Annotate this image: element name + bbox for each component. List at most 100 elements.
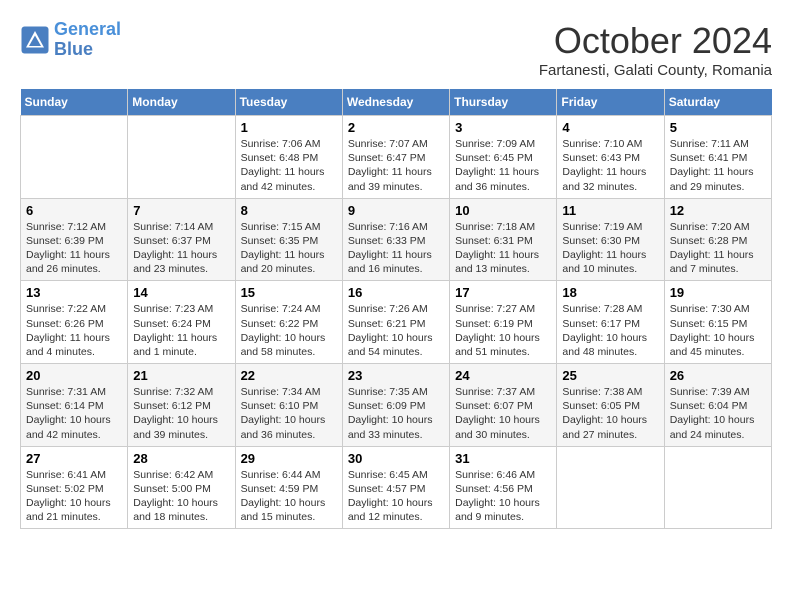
day-number: 6	[26, 203, 122, 218]
day-number: 15	[241, 285, 337, 300]
day-info: Sunrise: 7:11 AMSunset: 6:41 PMDaylight:…	[670, 137, 766, 194]
calendar-cell: 13Sunrise: 7:22 AMSunset: 6:26 PMDayligh…	[21, 281, 128, 364]
day-info: Sunrise: 7:30 AMSunset: 6:15 PMDaylight:…	[670, 302, 766, 359]
day-info: Sunrise: 7:10 AMSunset: 6:43 PMDaylight:…	[562, 137, 658, 194]
calendar-cell: 5 Sunrise: 7:11 AMSunset: 6:41 PMDaylight…	[664, 116, 771, 199]
calendar-cell	[21, 116, 128, 199]
day-number: 13	[26, 285, 122, 300]
day-number: 31	[455, 451, 551, 466]
day-number: 8	[241, 203, 337, 218]
calendar-week-row: 20 Sunrise: 7:31 AMSunset: 6:14 PMDayligh…	[21, 364, 772, 447]
day-info: Sunrise: 7:15 AMSunset: 6:35 PMDaylight:…	[241, 220, 337, 277]
calendar-cell: 20 Sunrise: 7:31 AMSunset: 6:14 PMDayligh…	[21, 364, 128, 447]
calendar-cell	[557, 446, 664, 529]
day-of-week-header: Thursday	[450, 89, 557, 116]
calendar-cell: 31 Sunrise: 6:46 AMSunset: 4:56 PMDayligh…	[450, 446, 557, 529]
logo-icon	[20, 25, 50, 55]
day-number: 21	[133, 368, 229, 383]
header-row: SundayMondayTuesdayWednesdayThursdayFrid…	[21, 89, 772, 116]
day-of-week-header: Tuesday	[235, 89, 342, 116]
day-number: 20	[26, 368, 122, 383]
logo: General Blue	[20, 20, 121, 60]
day-number: 22	[241, 368, 337, 383]
day-info: Sunrise: 6:46 AMSunset: 4:56 PMDaylight:…	[455, 468, 551, 525]
calendar-cell: 11 Sunrise: 7:19 AMSunset: 6:30 PMDayligh…	[557, 198, 664, 281]
calendar-cell: 21 Sunrise: 7:32 AMSunset: 6:12 PMDayligh…	[128, 364, 235, 447]
day-of-week-header: Wednesday	[342, 89, 449, 116]
day-number: 26	[670, 368, 766, 383]
calendar-table: SundayMondayTuesdayWednesdayThursdayFrid…	[20, 89, 772, 529]
day-number: 11	[562, 203, 658, 218]
day-info: Sunrise: 7:37 AMSunset: 6:07 PMDaylight:…	[455, 385, 551, 442]
day-number: 19	[670, 285, 766, 300]
day-info: Sunrise: 7:06 AMSunset: 6:48 PMDaylight:…	[241, 137, 337, 194]
day-of-week-header: Friday	[557, 89, 664, 116]
day-info: Sunrise: 7:19 AMSunset: 6:30 PMDaylight:…	[562, 220, 658, 277]
day-info: Sunrise: 7:39 AMSunset: 6:04 PMDaylight:…	[670, 385, 766, 442]
day-info: Sunrise: 7:20 AMSunset: 6:28 PMDaylight:…	[670, 220, 766, 277]
calendar-cell: 2 Sunrise: 7:07 AMSunset: 6:47 PMDaylight…	[342, 116, 449, 199]
month-title: October 2024	[539, 20, 772, 62]
day-of-week-header: Saturday	[664, 89, 771, 116]
calendar-cell	[128, 116, 235, 199]
title-block: October 2024 Fartanesti, Galati County, …	[539, 20, 772, 79]
calendar-cell: 18 Sunrise: 7:28 AMSunset: 6:17 PMDayligh…	[557, 281, 664, 364]
calendar-cell: 27Sunrise: 6:41 AMSunset: 5:02 PMDayligh…	[21, 446, 128, 529]
calendar-cell: 16 Sunrise: 7:26 AMSunset: 6:21 PMDayligh…	[342, 281, 449, 364]
day-number: 2	[348, 120, 444, 135]
calendar-cell: 6Sunrise: 7:12 AMSunset: 6:39 PMDaylight…	[21, 198, 128, 281]
calendar-cell: 15Sunrise: 7:24 AMSunset: 6:22 PMDayligh…	[235, 281, 342, 364]
calendar-cell: 28 Sunrise: 6:42 AMSunset: 5:00 PMDayligh…	[128, 446, 235, 529]
day-number: 16	[348, 285, 444, 300]
day-info: Sunrise: 7:38 AMSunset: 6:05 PMDaylight:…	[562, 385, 658, 442]
day-info: Sunrise: 7:07 AMSunset: 6:47 PMDaylight:…	[348, 137, 444, 194]
calendar-cell: 7 Sunrise: 7:14 AMSunset: 6:37 PMDaylight…	[128, 198, 235, 281]
day-info: Sunrise: 6:45 AMSunset: 4:57 PMDaylight:…	[348, 468, 444, 525]
day-info: Sunrise: 7:26 AMSunset: 6:21 PMDaylight:…	[348, 302, 444, 359]
calendar-week-row: 13Sunrise: 7:22 AMSunset: 6:26 PMDayligh…	[21, 281, 772, 364]
day-info: Sunrise: 7:27 AMSunset: 6:19 PMDaylight:…	[455, 302, 551, 359]
calendar-cell: 22Sunrise: 7:34 AMSunset: 6:10 PMDayligh…	[235, 364, 342, 447]
day-info: Sunrise: 7:16 AMSunset: 6:33 PMDaylight:…	[348, 220, 444, 277]
day-number: 7	[133, 203, 229, 218]
day-info: Sunrise: 7:14 AMSunset: 6:37 PMDaylight:…	[133, 220, 229, 277]
calendar-cell	[664, 446, 771, 529]
day-info: Sunrise: 7:35 AMSunset: 6:09 PMDaylight:…	[348, 385, 444, 442]
calendar-cell: 9 Sunrise: 7:16 AMSunset: 6:33 PMDaylight…	[342, 198, 449, 281]
calendar-week-row: 27Sunrise: 6:41 AMSunset: 5:02 PMDayligh…	[21, 446, 772, 529]
day-number: 28	[133, 451, 229, 466]
day-info: Sunrise: 6:44 AMSunset: 4:59 PMDaylight:…	[241, 468, 337, 525]
calendar-cell: 10Sunrise: 7:18 AMSunset: 6:31 PMDayligh…	[450, 198, 557, 281]
day-info: Sunrise: 7:28 AMSunset: 6:17 PMDaylight:…	[562, 302, 658, 359]
calendar-cell: 25 Sunrise: 7:38 AMSunset: 6:05 PMDayligh…	[557, 364, 664, 447]
day-info: Sunrise: 7:32 AMSunset: 6:12 PMDaylight:…	[133, 385, 229, 442]
day-number: 14	[133, 285, 229, 300]
calendar-cell: 19 Sunrise: 7:30 AMSunset: 6:15 PMDayligh…	[664, 281, 771, 364]
day-number: 12	[670, 203, 766, 218]
day-number: 24	[455, 368, 551, 383]
day-of-week-header: Monday	[128, 89, 235, 116]
day-number: 4	[562, 120, 658, 135]
day-number: 17	[455, 285, 551, 300]
day-number: 23	[348, 368, 444, 383]
day-info: Sunrise: 7:31 AMSunset: 6:14 PMDaylight:…	[26, 385, 122, 442]
day-info: Sunrise: 7:23 AMSunset: 6:24 PMDaylight:…	[133, 302, 229, 359]
day-number: 25	[562, 368, 658, 383]
day-number: 27	[26, 451, 122, 466]
calendar-cell: 8 Sunrise: 7:15 AMSunset: 6:35 PMDaylight…	[235, 198, 342, 281]
calendar-cell: 30 Sunrise: 6:45 AMSunset: 4:57 PMDayligh…	[342, 446, 449, 529]
day-info: Sunrise: 7:18 AMSunset: 6:31 PMDaylight:…	[455, 220, 551, 277]
day-number: 30	[348, 451, 444, 466]
calendar-cell: 4 Sunrise: 7:10 AMSunset: 6:43 PMDaylight…	[557, 116, 664, 199]
day-number: 5	[670, 120, 766, 135]
day-number: 9	[348, 203, 444, 218]
calendar-cell: 12 Sunrise: 7:20 AMSunset: 6:28 PMDayligh…	[664, 198, 771, 281]
calendar-cell: 14 Sunrise: 7:23 AMSunset: 6:24 PMDayligh…	[128, 281, 235, 364]
day-info: Sunrise: 6:42 AMSunset: 5:00 PMDaylight:…	[133, 468, 229, 525]
calendar-cell: 26 Sunrise: 7:39 AMSunset: 6:04 PMDayligh…	[664, 364, 771, 447]
calendar-cell: 17 Sunrise: 7:27 AMSunset: 6:19 PMDayligh…	[450, 281, 557, 364]
day-number: 3	[455, 120, 551, 135]
location: Fartanesti, Galati County, Romania	[539, 62, 772, 79]
calendar-cell: 29Sunrise: 6:44 AMSunset: 4:59 PMDayligh…	[235, 446, 342, 529]
day-number: 18	[562, 285, 658, 300]
